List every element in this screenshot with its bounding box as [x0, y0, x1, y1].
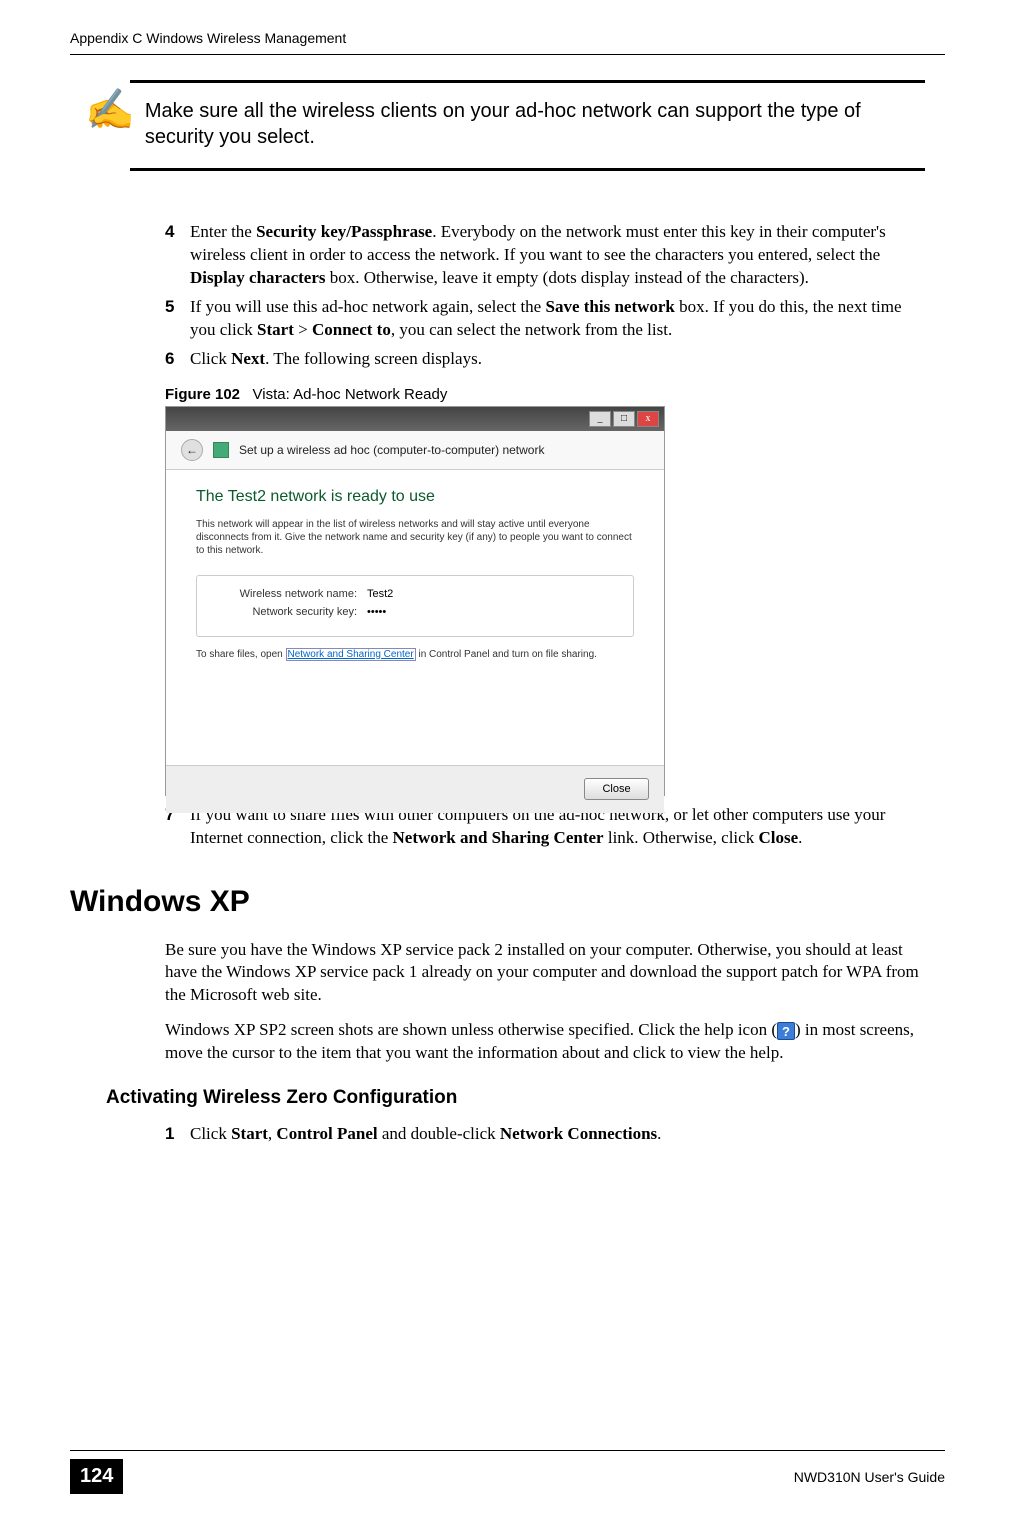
ready-title: The Test2 network is ready to use: [196, 488, 634, 506]
network-sharing-link[interactable]: Network and Sharing Center: [286, 648, 416, 661]
wizard-body: The Test2 network is ready to use This n…: [166, 470, 664, 765]
step-5: 5 If you will use this ad-hoc network ag…: [165, 296, 925, 342]
share-files-text: To share files, open Network and Sharing…: [196, 649, 634, 660]
wizard-footer: Close: [166, 765, 664, 813]
wizard-title: Set up a wireless ad hoc (computer-to-co…: [239, 443, 544, 457]
step-text: Click Start, Control Panel and double-cl…: [190, 1123, 661, 1146]
wizard-header: ← Set up a wireless ad hoc (computer-to-…: [166, 431, 664, 470]
step-6: 6 Click Next. The following screen displ…: [165, 348, 925, 371]
security-key-label: Network security key:: [217, 606, 357, 618]
footer-rule: [70, 1450, 945, 1451]
network-info-box: Wireless network name: Test2 Network sec…: [196, 575, 634, 637]
note-bottom-rule: [130, 168, 925, 171]
network-name-value: Test2: [367, 588, 393, 600]
close-icon[interactable]: x: [637, 411, 659, 427]
guide-name: NWD310N User's Guide: [794, 1469, 945, 1485]
header-appendix: Appendix C Windows Wireless Management: [70, 30, 945, 46]
step-number: 5: [165, 296, 190, 319]
header-rule: [70, 54, 945, 55]
step-text: Enter the Security key/Passphrase. Every…: [190, 221, 925, 290]
figure-caption: Figure 102 Vista: Ad-hoc Network Ready: [165, 386, 945, 403]
ready-description: This network will appear in the list of …: [196, 518, 634, 557]
activating-wzc-heading: Activating Wireless Zero Configuration: [106, 1087, 945, 1109]
step-text: If you will use this ad-hoc network agai…: [190, 296, 925, 342]
step-number: 6: [165, 348, 190, 371]
close-button[interactable]: Close: [584, 778, 649, 800]
pencil-note-icon: ✍: [85, 90, 135, 130]
network-name-label: Wireless network name:: [217, 588, 357, 600]
step-number: 1: [165, 1123, 190, 1146]
xp-para-1: Be sure you have the Windows XP service …: [165, 939, 925, 1008]
step-number: 4: [165, 221, 190, 244]
xp-para-2: Windows XP SP2 screen shots are shown un…: [165, 1019, 925, 1065]
security-key-value: •••••: [367, 606, 386, 618]
xp-step-1: 1 Click Start, Control Panel and double-…: [165, 1123, 925, 1146]
window-titlebar: _ □ x: [166, 407, 664, 431]
step-4: 4 Enter the Security key/Passphrase. Eve…: [165, 221, 925, 290]
note-text: Make sure all the wireless clients on yo…: [145, 98, 925, 150]
minimize-icon[interactable]: _: [589, 411, 611, 427]
back-arrow-icon[interactable]: ←: [181, 439, 203, 461]
windows-xp-heading: Windows XP: [70, 885, 945, 919]
help-icon: ?: [777, 1022, 795, 1040]
page-number: 124: [70, 1459, 123, 1494]
step-text: Click Next. The following screen display…: [190, 348, 482, 371]
figure-screenshot: _ □ x ← Set up a wireless ad hoc (comput…: [165, 406, 665, 796]
wizard-icon: [213, 442, 229, 458]
page-footer: 124 NWD310N User's Guide: [70, 1450, 945, 1494]
maximize-icon[interactable]: □: [613, 411, 635, 427]
note-top-rule: [130, 80, 925, 83]
note-block: ✍ Make sure all the wireless clients on …: [130, 80, 925, 171]
